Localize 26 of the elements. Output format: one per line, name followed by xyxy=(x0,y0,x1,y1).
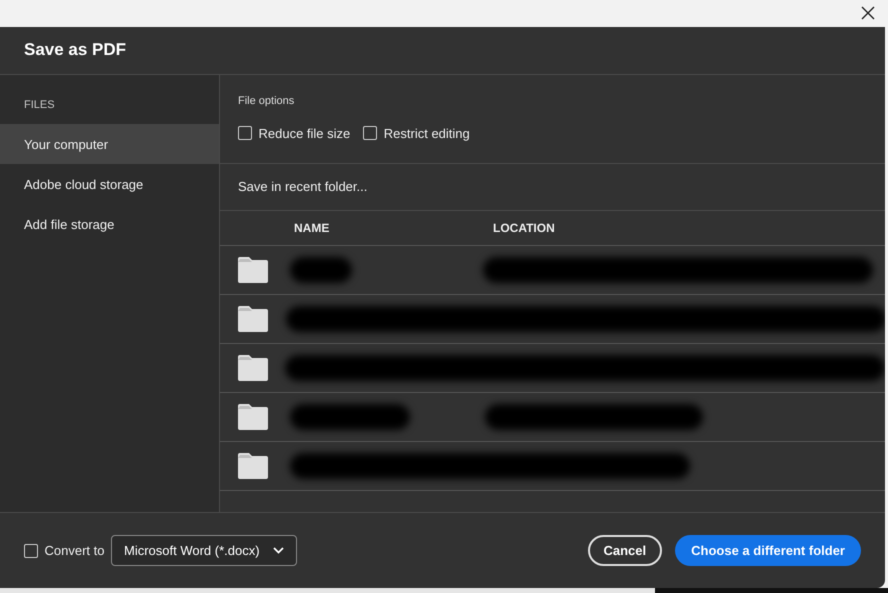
cancel-button[interactable]: Cancel xyxy=(588,535,662,566)
checkbox-label: Reduce file size xyxy=(258,124,350,142)
checkbox[interactable] xyxy=(238,126,252,140)
checkbox[interactable] xyxy=(24,544,38,558)
caret-icon xyxy=(272,547,284,554)
redaction-blur xyxy=(290,256,352,282)
column-header: LOCATION xyxy=(493,220,555,236)
checkbox-label: Convert to xyxy=(44,542,104,560)
section-heading: Save in recent folder... xyxy=(238,178,368,196)
column-header: NAME xyxy=(294,220,330,234)
format-dropdown[interactable]: Microsoft Word (*.docx) xyxy=(110,535,297,566)
folder-icon xyxy=(236,452,269,480)
folder-icon xyxy=(236,256,269,284)
folder-icon xyxy=(236,304,269,332)
sidebar-item[interactable]: Your computer xyxy=(0,124,219,164)
sidebar-item[interactable]: Adobe cloud storage xyxy=(0,164,219,204)
dialog-title: Save as PDF xyxy=(24,40,128,60)
close-icon[interactable] xyxy=(860,5,876,21)
sidebar-heading: FILES xyxy=(23,98,56,113)
checkbox-label: Restrict editing xyxy=(384,124,470,143)
sidebar-item[interactable]: Add file storage xyxy=(0,204,219,244)
checkbox[interactable] xyxy=(363,126,378,140)
section-heading: File options xyxy=(238,94,296,109)
folder-icon xyxy=(236,354,269,382)
folder-icon xyxy=(236,402,269,430)
choose-folder-button[interactable]: Choose a different folder xyxy=(675,535,861,566)
